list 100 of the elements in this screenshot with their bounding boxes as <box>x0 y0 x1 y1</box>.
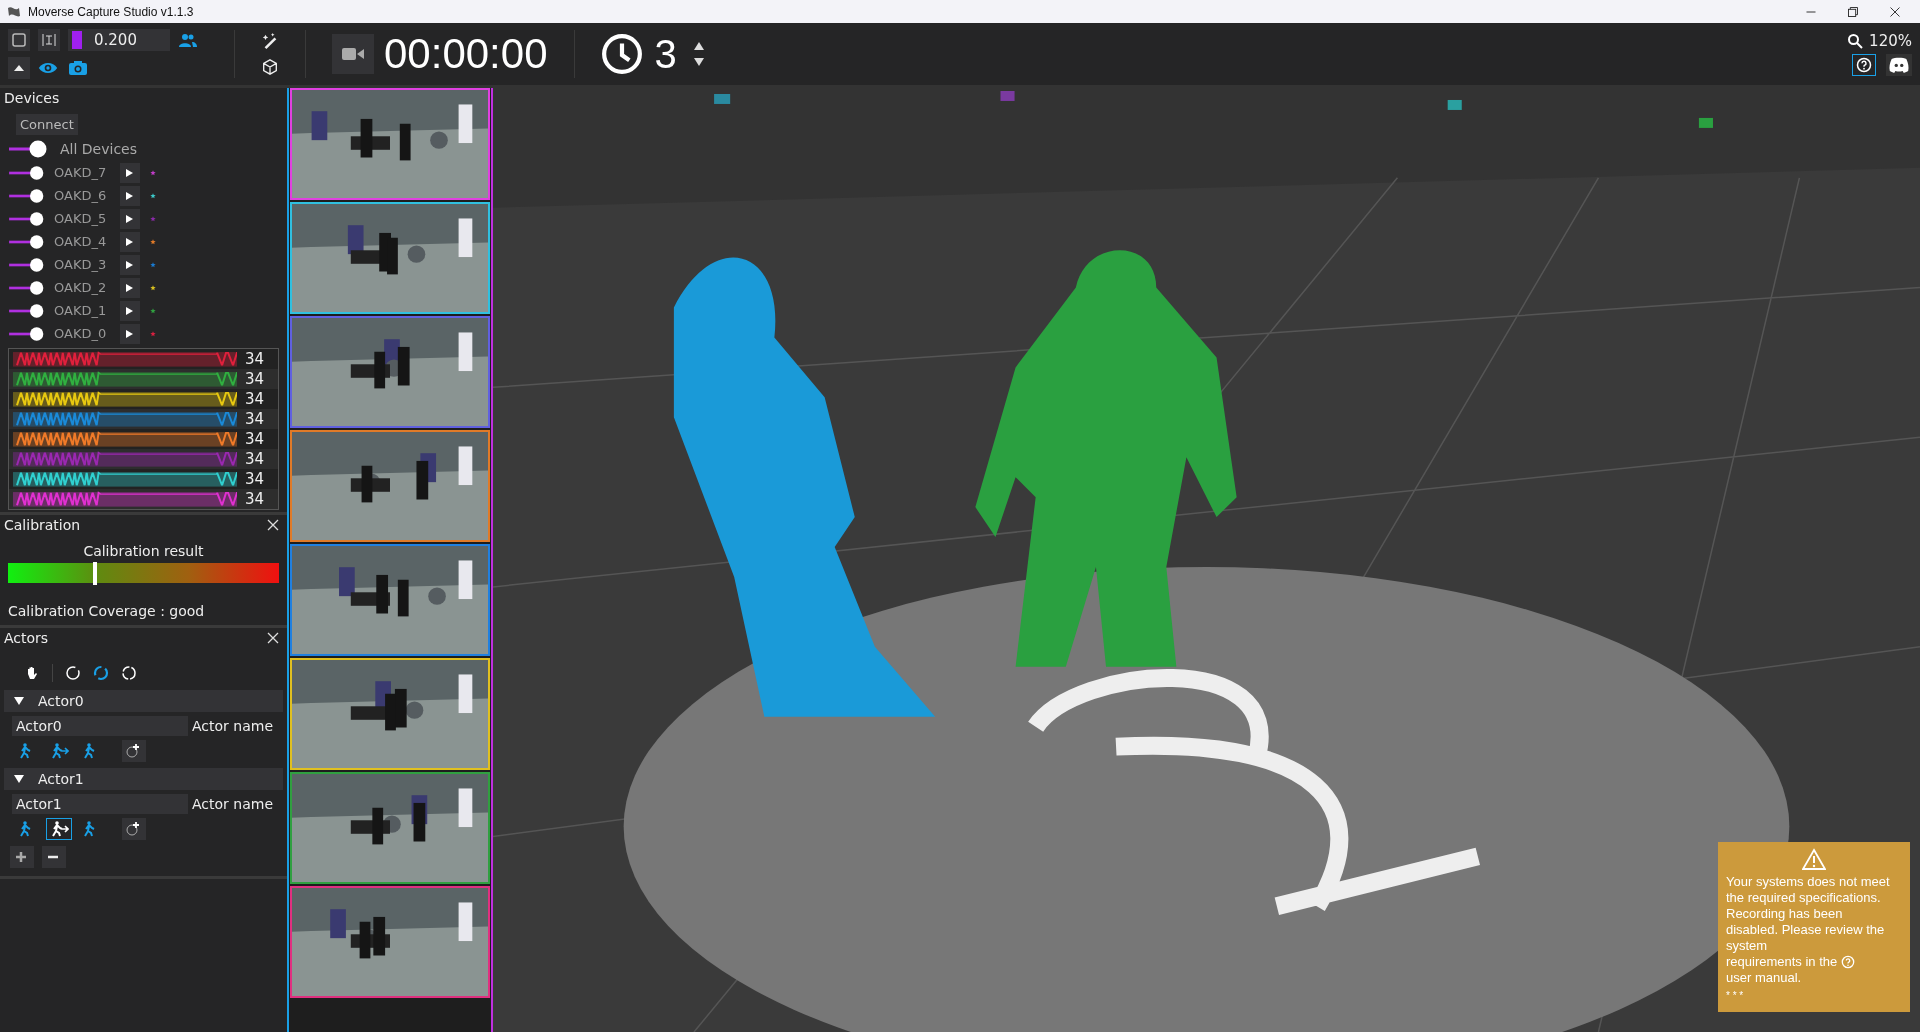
play-icon <box>124 213 134 224</box>
circle-icon[interactable] <box>121 665 137 681</box>
actor-title: Actor0 <box>38 693 84 709</box>
calibration-coverage: Calibration Coverage : good <box>8 603 206 619</box>
expand-icon <box>14 696 24 706</box>
play-button[interactable] <box>120 323 140 344</box>
actor-name-field[interactable]: Actor0 <box>12 716 188 736</box>
play-icon <box>124 167 134 178</box>
chat-button[interactable] <box>1886 54 1912 76</box>
zoom-level: 120% <box>1869 32 1912 50</box>
cube-icon[interactable] <box>261 58 279 76</box>
actor-title: Actor1 <box>38 771 84 787</box>
stream-value: 34 <box>245 430 265 448</box>
close-icon[interactable] <box>267 519 279 531</box>
play-button[interactable] <box>120 208 140 229</box>
actor-name-field[interactable]: Actor1 <box>12 794 188 814</box>
actor-name-label: Actor name <box>192 796 273 812</box>
play-button[interactable] <box>120 300 140 321</box>
devices-title: Devices <box>4 90 61 106</box>
device-label: OAKD_6 <box>54 188 108 203</box>
window-title: Moverse Capture Studio v1.1.3 <box>28 4 194 19</box>
video-camera-icon <box>341 46 365 62</box>
stream-value: 34 <box>245 370 265 388</box>
device-label: OAKD_3 <box>54 257 108 272</box>
toggle-switch[interactable] <box>8 325 44 342</box>
stream-value: 34 <box>245 410 265 428</box>
help-button[interactable] <box>1852 54 1876 76</box>
decrement-icon[interactable] <box>692 57 705 67</box>
close-icon[interactable] <box>267 632 279 644</box>
toggle-switch[interactable] <box>8 210 44 227</box>
connect-button[interactable]: Connect <box>16 114 78 135</box>
actor-name-label: Actor name <box>192 718 273 734</box>
walking-arrow-icon <box>49 821 69 837</box>
select-toggle-button[interactable] <box>8 29 30 51</box>
play-button[interactable] <box>120 254 140 275</box>
calibration-result-label: Calibration result <box>82 543 205 559</box>
help-icon <box>1856 57 1872 73</box>
eye-icon[interactable] <box>38 60 58 76</box>
actors-title: Actors <box>4 630 49 646</box>
actor-header[interactable]: Actor0 <box>4 690 283 712</box>
stream-value: 34 <box>245 470 265 488</box>
expand-icon <box>14 774 24 784</box>
square-icon <box>11 32 27 48</box>
device-label: All Devices <box>60 141 137 157</box>
add-actor-button[interactable] <box>10 846 34 868</box>
toggle-switch[interactable] <box>8 256 44 273</box>
device-label: OAKD_5 <box>54 211 108 226</box>
add-icon <box>125 743 141 759</box>
walking-arrow-icon <box>49 743 69 759</box>
toggle-switch[interactable] <box>8 302 44 319</box>
play-button[interactable] <box>120 231 140 252</box>
camera-icon[interactable] <box>68 60 88 76</box>
refresh-icon[interactable] <box>93 665 109 681</box>
countdown-value: 3 <box>654 31 677 77</box>
play-button[interactable] <box>120 185 140 206</box>
walk-forward-button[interactable] <box>46 818 72 840</box>
device-label: OAKD_0 <box>54 326 108 341</box>
play-icon <box>124 305 134 316</box>
add-engine-button[interactable] <box>122 740 146 762</box>
warning-icon <box>1802 848 1826 870</box>
device-label: OAKD_1 <box>54 303 108 318</box>
play-icon <box>124 282 134 293</box>
device-label: OAKD_7 <box>54 165 108 180</box>
help-icon[interactable] <box>1841 955 1856 969</box>
people-icon[interactable] <box>178 32 198 48</box>
stream-value: 34 <box>245 490 265 508</box>
circle-icon[interactable] <box>65 665 81 681</box>
device-label: OAKD_4 <box>54 234 108 249</box>
plus-icon <box>15 851 27 863</box>
add-icon <box>125 821 141 837</box>
collapse-button[interactable] <box>8 57 30 79</box>
threshold-field[interactable]: 0.200 <box>68 29 170 51</box>
play-button[interactable] <box>120 277 140 298</box>
increment-icon[interactable] <box>692 41 705 51</box>
play-button[interactable] <box>120 162 140 183</box>
magic-wand-icon[interactable] <box>261 32 279 50</box>
rating-stars: * * * <box>1726 989 1745 1003</box>
play-icon <box>124 190 134 201</box>
search-icon[interactable] <box>1847 33 1864 49</box>
play-icon <box>124 328 134 339</box>
play-icon <box>124 236 134 247</box>
stream-value: 34 <box>245 390 265 408</box>
warning-message: requirements in the <box>1726 954 1838 970</box>
stream-value: 34 <box>245 450 265 468</box>
toggle-switch[interactable] <box>8 279 44 296</box>
spacing-icon <box>41 32 57 48</box>
play-icon <box>124 259 134 270</box>
actor-header[interactable]: Actor1 <box>4 768 283 790</box>
toggle-switch[interactable] <box>8 187 44 204</box>
game-controller-icon <box>1888 56 1910 73</box>
clock-icon <box>600 33 643 75</box>
toggle-switch[interactable] <box>8 164 44 181</box>
remove-actor-button[interactable] <box>42 846 66 868</box>
toggle-switch[interactable] <box>8 140 48 158</box>
device-label: OAKD_2 <box>54 280 108 295</box>
spacing-button[interactable] <box>38 29 60 51</box>
add-engine-button[interactable] <box>122 818 146 840</box>
toggle-switch[interactable] <box>8 233 44 250</box>
stream-value: 34 <box>245 350 265 368</box>
record-button[interactable] <box>332 34 374 74</box>
